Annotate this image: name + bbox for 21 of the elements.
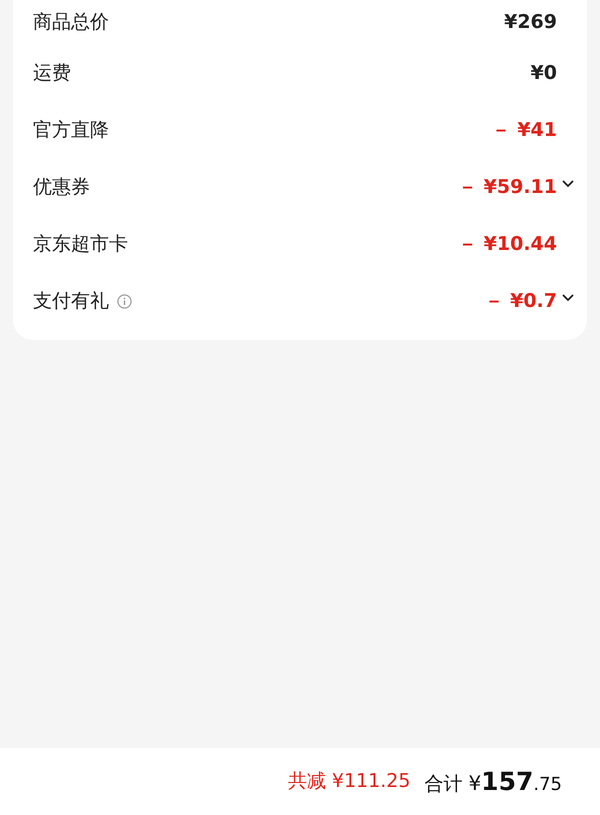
price-label: 支付有礼 (33, 289, 109, 314)
price-value: ¥0 (530, 61, 557, 86)
price-value: － ¥10.44 (458, 232, 557, 258)
total-decimal: .75 (533, 772, 562, 797)
price-value: － ¥0.7 (484, 289, 557, 314)
price-label: 优惠券 (33, 175, 90, 200)
price-label: 京东超市卡 (33, 232, 128, 258)
price-value: ¥269 (504, 10, 557, 36)
info-icon[interactable] (117, 294, 132, 309)
price-label: 官方直降 (33, 118, 109, 144)
total-currency: ¥ (468, 770, 482, 797)
price-label: 商品总价 (33, 10, 109, 36)
total-integer: 157 (481, 766, 534, 798)
price-value: － ¥41 (492, 118, 557, 144)
chevron-down-icon[interactable] (562, 180, 574, 188)
price-value: － ¥59.11 (458, 175, 557, 200)
chevron-down-icon[interactable] (562, 294, 574, 302)
total-label: 合计 (424, 772, 462, 797)
price-label: 运费 (33, 61, 71, 86)
saved-amount: ¥111.25 (332, 769, 410, 794)
saved-label: 共减 (288, 769, 326, 794)
